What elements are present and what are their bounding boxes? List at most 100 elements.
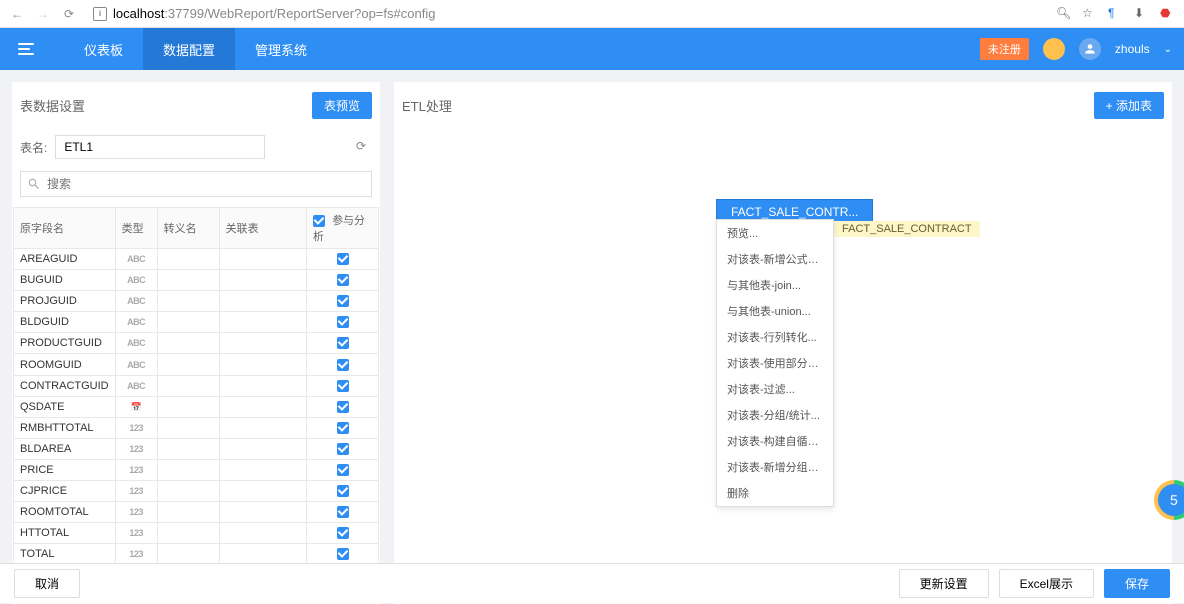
context-menu-item[interactable]: 对该表-构建自循环列... [717, 428, 833, 454]
context-menu-item[interactable]: 对该表-分组/统计... [717, 402, 833, 428]
search-icon[interactable]: 🔍︎ [1056, 6, 1072, 22]
field-analysis[interactable] [307, 417, 379, 438]
paragraph-icon[interactable]: ¶ [1108, 6, 1124, 22]
field-analysis[interactable] [307, 396, 379, 417]
field-analysis[interactable] [307, 459, 379, 480]
field-alias[interactable] [157, 523, 219, 544]
field-analysis[interactable] [307, 354, 379, 375]
field-analysis[interactable] [307, 270, 379, 291]
url-bar[interactable]: i localhost:37799/WebReport/ReportServer… [86, 5, 1048, 22]
star-icon[interactable]: ☆ [1082, 6, 1098, 22]
field-related[interactable] [219, 312, 306, 333]
nav-tab-system[interactable]: 管理系统 [235, 28, 327, 70]
notification-icon[interactable] [1043, 38, 1065, 60]
context-menu-item[interactable]: 对该表-新增分组列... [717, 454, 833, 480]
field-related[interactable] [219, 544, 306, 565]
field-alias[interactable] [157, 291, 219, 312]
field-analysis[interactable] [307, 333, 379, 354]
table-row[interactable]: CONTRACTGUID ABC [14, 375, 379, 396]
field-alias[interactable] [157, 354, 219, 375]
field-analysis[interactable] [307, 291, 379, 312]
table-row[interactable]: BUGUID ABC [14, 270, 379, 291]
table-row[interactable]: CJPRICE 123 [14, 481, 379, 502]
field-related[interactable] [219, 523, 306, 544]
field-analysis[interactable] [307, 249, 379, 270]
field-alias[interactable] [157, 544, 219, 565]
table-row[interactable]: PRICE 123 [14, 459, 379, 480]
menu-icon[interactable] [12, 43, 44, 55]
table-row[interactable]: AREAGUID ABC [14, 249, 379, 270]
field-alias[interactable] [157, 249, 219, 270]
field-related[interactable] [219, 396, 306, 417]
nav-tab-data-config[interactable]: 数据配置 [143, 28, 235, 70]
field-analysis[interactable] [307, 502, 379, 523]
download-icon[interactable]: ⬇ [1134, 6, 1150, 22]
context-menu-item[interactable]: 对该表-使用部分字段... [717, 350, 833, 376]
field-analysis[interactable] [307, 544, 379, 565]
register-button[interactable]: 未注册 [980, 38, 1029, 60]
table-row[interactable]: ROOMTOTAL 123 [14, 502, 379, 523]
field-analysis[interactable] [307, 523, 379, 544]
field-alias[interactable] [157, 312, 219, 333]
table-preview-button[interactable]: 表预览 [312, 92, 372, 119]
search-box[interactable] [20, 171, 372, 197]
field-alias[interactable] [157, 333, 219, 354]
update-button[interactable]: 更新设置 [899, 569, 989, 598]
cancel-button[interactable]: 取消 [14, 569, 80, 598]
extension-icon[interactable]: ⬣ [1160, 6, 1176, 22]
field-alias[interactable] [157, 438, 219, 459]
field-related[interactable] [219, 481, 306, 502]
field-related[interactable] [219, 333, 306, 354]
etl-canvas[interactable]: FACT_SALE_CONTR... FACT_SALE_CONTRACT 预览… [394, 129, 1172, 604]
table-row[interactable]: HTTOTAL 123 [14, 523, 379, 544]
table-row[interactable]: TOTAL 123 [14, 544, 379, 565]
field-analysis[interactable] [307, 481, 379, 502]
reload-button[interactable]: ⟳ [60, 5, 78, 23]
table-row[interactable]: QSDATE 📅 [14, 396, 379, 417]
field-analysis[interactable] [307, 375, 379, 396]
table-row[interactable]: BLDGUID ABC [14, 312, 379, 333]
context-menu-item[interactable]: 与其他表-join... [717, 272, 833, 298]
context-menu-item[interactable]: 对该表-行列转化... [717, 324, 833, 350]
context-menu-item[interactable]: 删除 [717, 480, 833, 506]
field-related[interactable] [219, 270, 306, 291]
table-row[interactable]: BLDAREA 123 [14, 438, 379, 459]
user-menu-caret[interactable]: ⌄ [1164, 44, 1172, 55]
field-alias[interactable] [157, 270, 219, 291]
table-name-input[interactable] [55, 135, 265, 159]
field-related[interactable] [219, 291, 306, 312]
context-menu-item[interactable]: 与其他表-union... [717, 298, 833, 324]
field-analysis[interactable] [307, 438, 379, 459]
field-alias[interactable] [157, 502, 219, 523]
field-alias[interactable] [157, 375, 219, 396]
field-related[interactable] [219, 438, 306, 459]
save-button[interactable]: 保存 [1104, 569, 1170, 598]
forward-button[interactable]: → [34, 5, 52, 23]
field-related[interactable] [219, 502, 306, 523]
add-table-button[interactable]: + 添加表 [1094, 92, 1164, 119]
field-alias[interactable] [157, 396, 219, 417]
context-menu-item[interactable]: 对该表-过滤... [717, 376, 833, 402]
field-analysis[interactable] [307, 312, 379, 333]
field-alias[interactable] [157, 417, 219, 438]
search-input[interactable] [47, 177, 365, 191]
table-row[interactable]: RMBHTTOTAL 123 [14, 417, 379, 438]
field-alias[interactable] [157, 481, 219, 502]
table-row[interactable]: ROOMGUID ABC [14, 354, 379, 375]
table-row[interactable]: PROJGUID ABC [14, 291, 379, 312]
field-alias[interactable] [157, 459, 219, 480]
avatar[interactable] [1079, 38, 1101, 60]
field-related[interactable] [219, 375, 306, 396]
field-related[interactable] [219, 417, 306, 438]
select-all-checkbox[interactable] [313, 215, 325, 227]
refresh-icon[interactable]: ⟳ [356, 139, 372, 155]
field-related[interactable] [219, 354, 306, 375]
back-button[interactable]: ← [8, 5, 26, 23]
excel-button[interactable]: Excel展示 [999, 569, 1094, 598]
context-menu-item[interactable]: 预览... [717, 220, 833, 246]
table-row[interactable]: PRODUCTGUID ABC [14, 333, 379, 354]
context-menu-item[interactable]: 对该表-新增公式列... [717, 246, 833, 272]
field-related[interactable] [219, 459, 306, 480]
field-related[interactable] [219, 249, 306, 270]
nav-tab-dashboard[interactable]: 仪表板 [64, 28, 143, 70]
